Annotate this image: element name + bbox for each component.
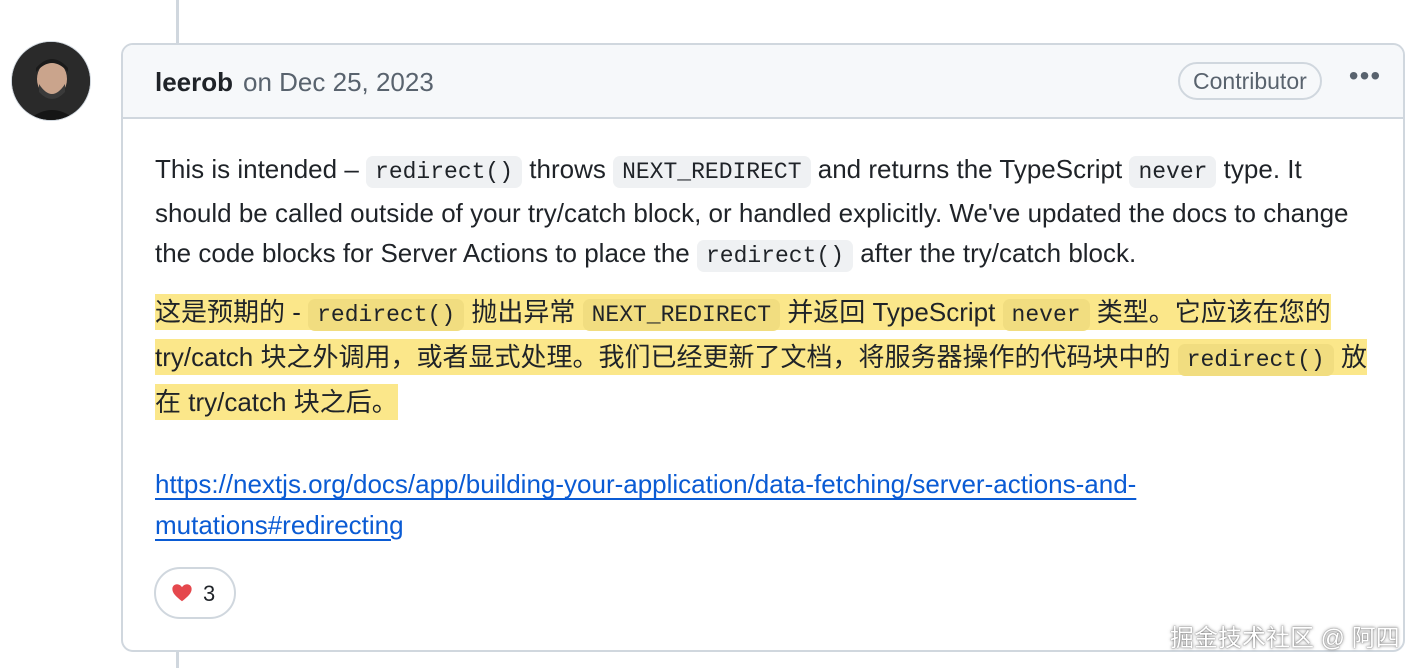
reaction-count: 3 [203,581,216,606]
inline-code: redirect() [308,298,465,331]
heart-reaction-button[interactable]: 3 [154,567,236,619]
more-options-button[interactable]: ••• [1345,62,1385,95]
author-avatar[interactable] [11,41,91,121]
author-name[interactable]: leerob [155,67,233,98]
text-segment: 这是预期的 - [155,296,309,327]
comment-card: leerob on Dec 25, 2023 Contributor ••• T… [121,43,1405,652]
text-segment: This is intended – [155,154,367,184]
docs-link[interactable]: https://nextjs.org/docs/app/building-you… [155,464,1305,545]
comment-body: This is intended – redirect() throws NEX… [155,149,1380,423]
comment-date[interactable]: on Dec 25, 2023 [243,67,434,98]
inline-code: redirect() [1177,343,1334,376]
timeline-line-bottom [176,650,179,668]
inline-code: NEXT_REDIRECT [582,298,781,331]
body-english: This is intended – redirect() throws NEX… [155,149,1380,277]
inline-code: never [1002,298,1090,331]
text-segment: and returns the TypeScript [810,154,1130,184]
watermark: 掘金技术社区 @ 阿四 [1170,625,1400,652]
timeline-line [176,0,179,46]
highlighted-translation: 这是预期的 - redirect() 抛出异常 NEXT_REDIRECT 并返… [155,293,1367,420]
text-segment: 抛出异常 [464,296,583,327]
heart-icon [172,584,192,602]
inline-code: NEXT_REDIRECT [613,156,811,188]
body-chinese-translation: 这是预期的 - redirect() 抛出异常 NEXT_REDIRECT 并返… [155,291,1380,423]
comment-header: leerob on Dec 25, 2023 Contributor ••• [123,45,1403,119]
inline-code: never [1129,156,1217,188]
inline-code: redirect() [366,156,523,188]
text-segment: after the try/catch block. [853,238,1137,268]
avatar-image [12,42,90,120]
inline-code: redirect() [696,240,853,272]
text-segment: throws [522,154,614,184]
text-segment: 并返回 TypeScript [780,296,1003,327]
contributor-badge: Contributor [1178,62,1322,100]
